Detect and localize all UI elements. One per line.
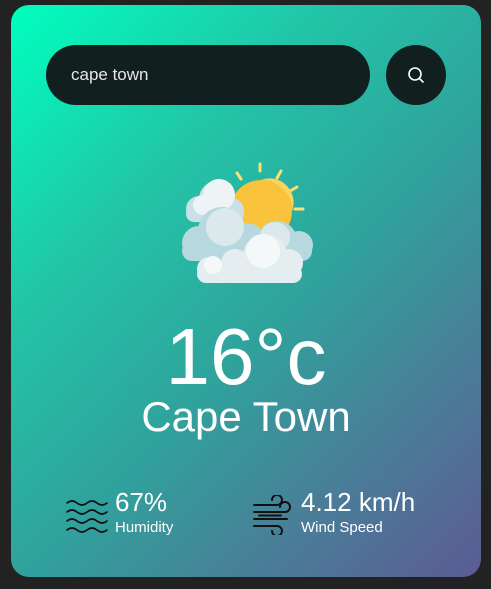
search-icon bbox=[408, 67, 424, 83]
wind-speed-value: 4.12 km/h bbox=[301, 487, 416, 517]
wind-speed-label: Wind Speed bbox=[301, 519, 383, 536]
humidity-waves-icon bbox=[66, 500, 108, 533]
partly-cloudy-icon bbox=[182, 162, 313, 283]
search-input[interactable] bbox=[46, 45, 370, 105]
humidity-value: 67% bbox=[115, 487, 168, 517]
wind-icon bbox=[253, 495, 291, 535]
temperature: 16°c bbox=[165, 312, 327, 401]
search-bar bbox=[46, 45, 446, 105]
city-name: Cape Town bbox=[141, 393, 351, 440]
humidity-label: Humidity bbox=[115, 519, 174, 536]
weather-card: 16°c Cape Town 67% Humidity 4.12 km/h Wi… bbox=[11, 5, 481, 577]
search-button[interactable] bbox=[386, 45, 446, 105]
